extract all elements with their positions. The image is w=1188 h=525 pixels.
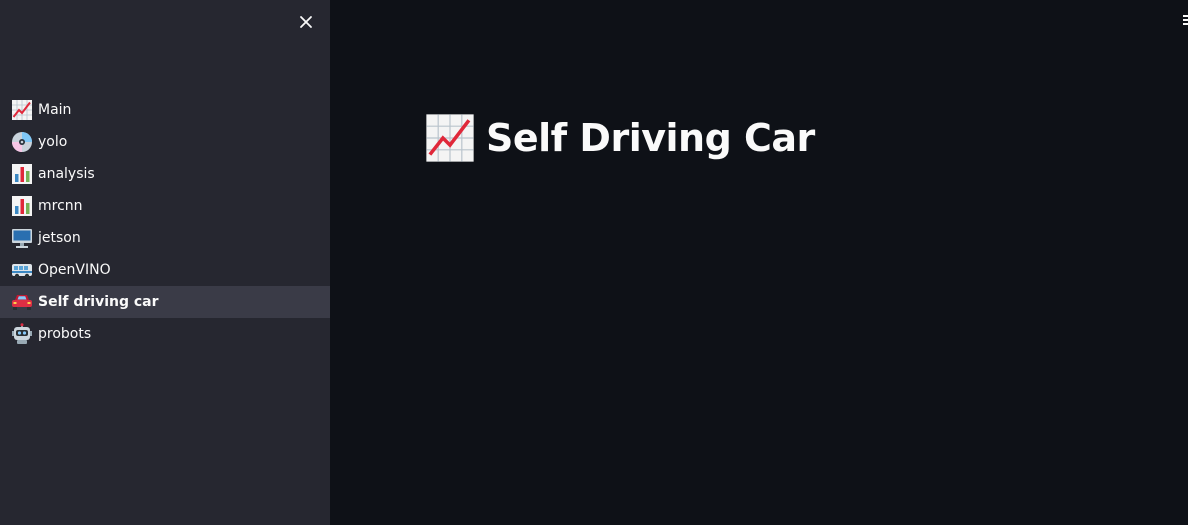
menu-icon-bar — [1183, 19, 1188, 21]
sidebar-item-mrcnn[interactable]: mrcnn — [0, 190, 330, 222]
sidebar-nav: Main yolo analysis mrcnn jetson OpenVINO… — [0, 94, 330, 350]
menu-icon-bar — [1183, 23, 1188, 25]
sidebar-item-openvino[interactable]: OpenVINO — [0, 254, 330, 286]
sidebar-item-label: probots — [38, 326, 92, 342]
close-sidebar-button[interactable] — [294, 10, 318, 34]
sidebar-item-jetson[interactable]: jetson — [0, 222, 330, 254]
main-menu-button[interactable] — [1183, 15, 1188, 29]
desktop-computer-icon — [10, 226, 34, 250]
optical-disc-icon — [10, 130, 34, 154]
sidebar-item-label: Main — [38, 102, 72, 118]
bar-chart-icon — [10, 162, 34, 186]
sidebar-item-label: analysis — [38, 166, 95, 182]
sidebar: Main yolo analysis mrcnn jetson OpenVINO… — [0, 0, 330, 525]
sidebar-item-label: mrcnn — [38, 198, 83, 214]
bus-icon — [10, 258, 34, 282]
chart-increasing-icon — [10, 98, 34, 122]
page-title-text: Self Driving Car — [486, 116, 815, 160]
sidebar-item-yolo[interactable]: yolo — [0, 126, 330, 158]
main-content: Self Driving Car — [330, 0, 1188, 525]
sidebar-item-main[interactable]: Main — [0, 94, 330, 126]
sidebar-item-label: yolo — [38, 134, 68, 150]
page-title: Self Driving Car — [424, 112, 815, 164]
sidebar-item-label: Self driving car — [38, 294, 159, 310]
sidebar-item-analysis[interactable]: analysis — [0, 158, 330, 190]
sidebar-item-label: OpenVINO — [38, 262, 111, 278]
menu-icon-bar — [1183, 15, 1188, 17]
robot-icon — [10, 322, 34, 346]
sidebar-item-label: jetson — [38, 230, 81, 246]
bar-chart-icon — [10, 194, 34, 218]
app-root: Main yolo analysis mrcnn jetson OpenVINO… — [0, 0, 1188, 525]
sidebar-item-self-driving-car[interactable]: Self driving car — [0, 286, 330, 318]
car-icon — [10, 290, 34, 314]
close-icon — [300, 16, 312, 28]
chart-increasing-icon — [424, 112, 476, 164]
sidebar-item-probots[interactable]: probots — [0, 318, 330, 350]
